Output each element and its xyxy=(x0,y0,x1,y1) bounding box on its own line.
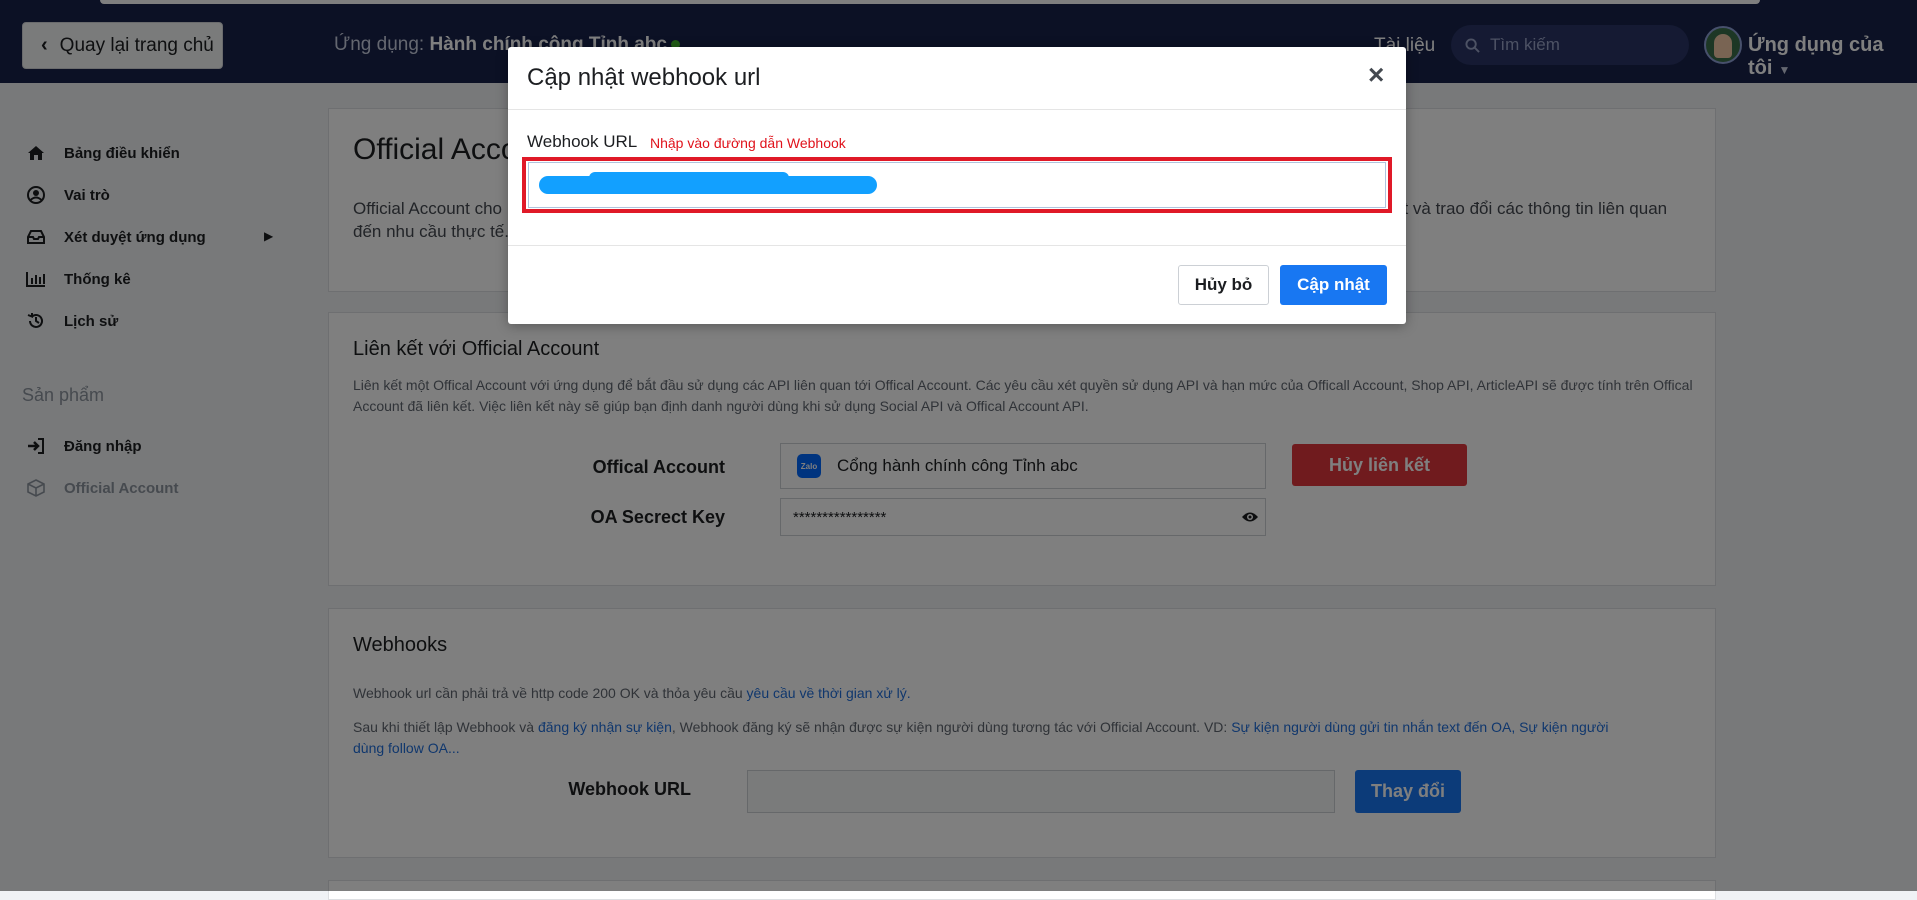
update-button[interactable]: Cập nhật xyxy=(1280,265,1387,305)
close-icon[interactable]: × xyxy=(1368,61,1384,89)
webhook-url-hint: Nhập vào đường dẫn Webhook xyxy=(650,135,846,151)
modal-header: Cập nhật webhook url × xyxy=(508,47,1406,110)
modal-title: Cập nhật webhook url xyxy=(527,64,761,91)
webhook-url-field-label: Webhook URL xyxy=(527,132,638,151)
cancel-button[interactable]: Hủy bỏ xyxy=(1178,265,1269,305)
update-webhook-modal: Cập nhật webhook url × Webhook URL Nhập … xyxy=(508,47,1406,324)
highlight-box xyxy=(522,157,1392,213)
modal-divider xyxy=(508,245,1406,246)
